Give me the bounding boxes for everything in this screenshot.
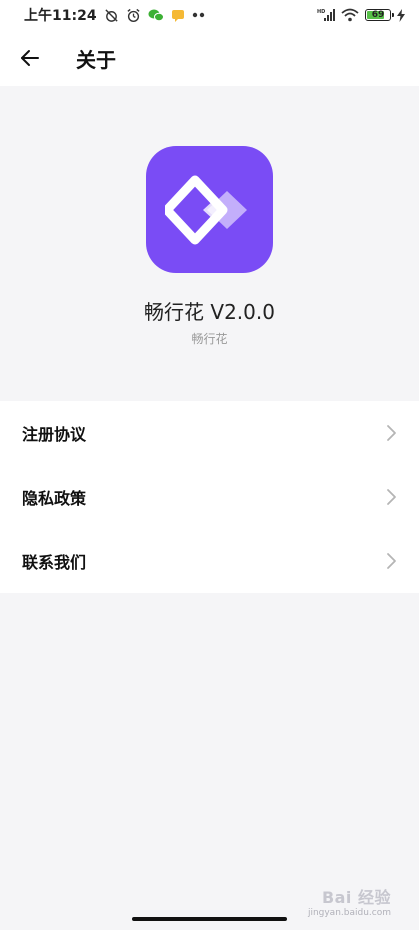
alarm-off-icon (104, 8, 119, 23)
signal-icon: HD (317, 8, 335, 22)
menu-item-register-agreement[interactable]: 注册协议 (0, 401, 419, 465)
status-left: 上午11:24 (24, 5, 206, 25)
chevron-right-icon (385, 552, 397, 570)
page-title: 关于 (76, 47, 116, 72)
watermark-sub: jingyan.baidu.com (307, 908, 391, 918)
menu-item-privacy-policy[interactable]: 隐私政策 (0, 465, 419, 529)
menu-item-contact-us[interactable]: 联系我们 (0, 529, 419, 593)
status-right: HD 69 (317, 8, 405, 22)
menu-list: 注册协议 隐私政策 联系我们 (0, 401, 419, 593)
svg-text:HD: HD (317, 9, 325, 15)
status-time: 上午11:24 (24, 8, 97, 24)
back-button[interactable] (8, 36, 52, 80)
wechat-icon (148, 8, 164, 22)
arrow-left-icon (21, 50, 39, 66)
battery-icon: 69 (365, 9, 394, 21)
battery-level: 69 (371, 10, 385, 20)
menu-item-label: 联系我们 (22, 553, 87, 572)
chevron-right-icon (385, 424, 397, 442)
alarm-clock-icon (126, 8, 141, 23)
chevron-right-icon (385, 488, 397, 506)
app-name-version: 畅行花 V2.0.0 (144, 300, 275, 324)
watermark-main: Bai 经验 (321, 888, 391, 907)
phone-screen: 上午11:24 HD 69 关于 畅行花 V2.0.0 畅行花 注册协议 隐私政… (0, 0, 419, 930)
wifi-icon (341, 8, 359, 22)
charging-icon (397, 8, 405, 22)
home-indicator[interactable] (132, 917, 287, 921)
menu-item-label: 隐私政策 (22, 489, 87, 508)
status-bar: 上午11:24 HD 69 (0, 0, 419, 30)
menu-item-label: 注册协议 (22, 425, 87, 444)
app-subname: 畅行花 (191, 332, 228, 346)
app-bar: 关于 (0, 30, 419, 86)
watermark: Bai 经验 jingyan.baidu.com (308, 884, 391, 918)
message-icon (171, 8, 185, 22)
app-logo-icon (146, 146, 273, 273)
about-header: 畅行花 V2.0.0 畅行花 (0, 86, 419, 401)
more-dots-icon (192, 12, 206, 18)
